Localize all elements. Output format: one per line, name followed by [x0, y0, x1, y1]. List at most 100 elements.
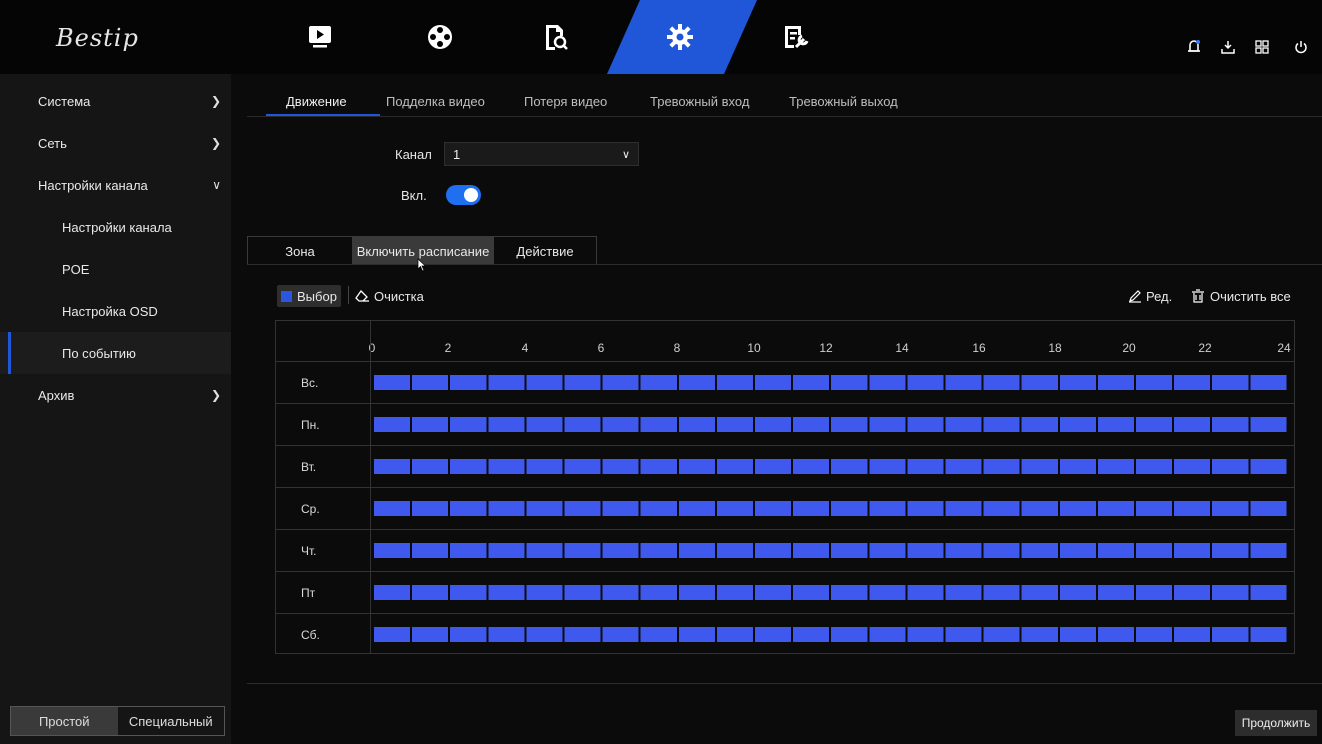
chevron-right-icon: ❯: [210, 388, 221, 402]
day-label: Ср.: [301, 502, 320, 516]
sidebar-item-label: Настройки канала: [62, 219, 172, 235]
sidebar-item-network[interactable]: Сеть ❯: [0, 122, 231, 164]
hour-label: 14: [895, 341, 909, 355]
sidebar-item-label: Настройки канала: [38, 177, 148, 193]
mode-simple-button[interactable]: Простой: [11, 707, 118, 735]
hour-label: 2: [444, 341, 452, 355]
sidebar-subitem-poe[interactable]: POE: [0, 248, 231, 290]
select-label: Выбор: [297, 288, 337, 304]
top-bar: Bestip: [0, 0, 1322, 74]
hour-label: 12: [819, 341, 833, 355]
eraser-icon: [355, 289, 369, 302]
sidebar-item-channel-settings[interactable]: Настройки канала ∨: [0, 164, 231, 206]
hour-label: 6: [597, 341, 605, 355]
brand-logo: Bestip: [56, 24, 139, 52]
schedule-row[interactable]: Вс.: [276, 362, 1294, 404]
erase-mode-button[interactable]: Очистка: [355, 285, 424, 307]
sidebar-item-archive[interactable]: Архив ❯: [0, 374, 231, 416]
erase-label: Очистка: [374, 288, 424, 304]
schedule-bar[interactable]: [374, 375, 1288, 390]
day-label: Вт.: [301, 460, 317, 474]
notification-icon[interactable]: [1183, 36, 1205, 58]
tab-video-tamper[interactable]: Подделка видео: [386, 94, 485, 109]
hour-label: 16: [972, 341, 986, 355]
film-reel-icon[interactable]: [420, 18, 460, 56]
schedule-hour-header: 0 2 4 6 8 10 12 14 16 18 20 22 24: [276, 321, 1294, 362]
search-file-icon[interactable]: [536, 18, 576, 56]
schedule-row[interactable]: Ср.: [276, 488, 1294, 530]
schedule-bar[interactable]: [374, 543, 1288, 558]
day-label: Вс.: [301, 376, 319, 390]
mode-advanced-button[interactable]: Специальный: [118, 707, 225, 735]
enable-toggle[interactable]: [446, 185, 481, 205]
hour-label: 20: [1122, 341, 1136, 355]
mode-switch: Простой Специальный: [10, 706, 225, 736]
clear-all-button[interactable]: Очистить все: [1191, 285, 1291, 307]
mouse-cursor-icon: [417, 258, 427, 272]
schedule-grid[interactable]: 0 2 4 6 8 10 12 14 16 18 20 22 24 Вс. Пн…: [275, 320, 1295, 654]
schedule-row[interactable]: Чт.: [276, 530, 1294, 572]
tab-alarm-in[interactable]: Тревожный вход: [650, 94, 749, 109]
tab-video-loss[interactable]: Потеря видео: [524, 94, 607, 109]
clear-all-label: Очистить все: [1210, 288, 1291, 304]
schedule-bar[interactable]: [374, 585, 1288, 600]
sidebar: Система ❯ Сеть ❯ Настройки канала ∨ Наст…: [0, 74, 231, 744]
schedule-row[interactable]: Сб.: [276, 614, 1294, 655]
schedule-bar[interactable]: [374, 627, 1288, 642]
schedule-row[interactable]: Пн.: [276, 404, 1294, 446]
edit-label: Ред.: [1146, 288, 1173, 304]
sidebar-item-system[interactable]: Система ❯: [0, 80, 231, 122]
chevron-down-icon: ∨: [212, 178, 221, 192]
download-icon[interactable]: [1217, 36, 1239, 58]
sidebar-item-label: Система: [38, 93, 91, 109]
schedule-bar[interactable]: [374, 459, 1288, 474]
edit-button[interactable]: Ред.: [1128, 285, 1172, 307]
sidebar-item-label: Настройка OSD: [62, 303, 158, 319]
trash-icon: [1192, 289, 1204, 303]
chevron-down-icon: ∨: [621, 148, 630, 161]
chevron-right-icon: ❯: [210, 136, 221, 150]
main-content: Движение Подделка видео Потеря видео Тре…: [231, 74, 1322, 744]
day-label: Пн.: [301, 418, 320, 432]
hour-label: 10: [747, 341, 761, 355]
schedule-row[interactable]: Пт: [276, 572, 1294, 614]
tab-alarm-out[interactable]: Тревожный выход: [789, 94, 898, 109]
hour-label: 24: [1277, 341, 1291, 355]
sidebar-subitem-channel-settings[interactable]: Настройки канала: [0, 206, 231, 248]
sidebar-item-label: Сеть: [38, 135, 67, 151]
schedule-bar[interactable]: [374, 417, 1288, 432]
select-swatch-icon: [281, 290, 292, 302]
toolbar-divider: [348, 286, 349, 304]
schedule-row[interactable]: Вт.: [276, 446, 1294, 488]
toggle-knob: [464, 188, 478, 202]
sidebar-item-label: По событию: [62, 345, 136, 361]
hour-label: 22: [1198, 341, 1212, 355]
continue-button[interactable]: Продолжить: [1235, 710, 1317, 736]
playback-icon[interactable]: [300, 18, 340, 56]
tab-bar: Движение Подделка видео Потеря видео Тре…: [247, 74, 1322, 117]
day-label: Пт: [301, 586, 316, 600]
day-label: Чт.: [301, 544, 317, 558]
sidebar-subitem-osd[interactable]: Настройка OSD: [0, 290, 231, 332]
pencil-icon: [1129, 290, 1141, 303]
sidebar-item-label: Архив: [38, 387, 75, 403]
gear-icon[interactable]: [660, 18, 700, 56]
day-label: Сб.: [301, 628, 320, 642]
tab-active-underline: [266, 114, 380, 116]
channel-value: 1: [453, 146, 461, 162]
hour-label: 8: [673, 341, 681, 355]
layout-grid-icon[interactable]: [1251, 36, 1273, 58]
hour-label: 4: [521, 341, 529, 355]
tab-motion[interactable]: Движение: [286, 94, 347, 109]
sidebar-subitem-event[interactable]: По событию: [0, 332, 231, 374]
chevron-right-icon: ❯: [210, 94, 221, 108]
maintenance-icon[interactable]: [776, 18, 816, 56]
power-icon[interactable]: [1290, 36, 1312, 58]
hour-label: 18: [1048, 341, 1062, 355]
subtab-action[interactable]: Действие: [493, 236, 597, 265]
select-mode-button[interactable]: Выбор: [277, 285, 341, 307]
channel-select[interactable]: 1 ∨: [444, 142, 639, 166]
subtab-zone[interactable]: Зона: [247, 236, 353, 265]
schedule-bar[interactable]: [374, 501, 1288, 516]
sidebar-item-label: POE: [62, 261, 90, 277]
